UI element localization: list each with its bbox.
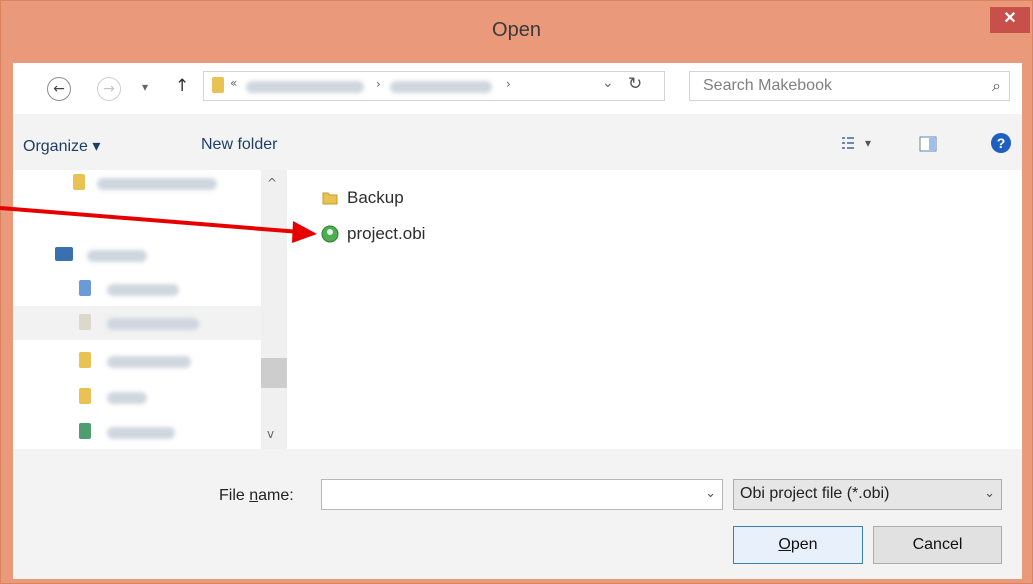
annotation-arrow	[0, 206, 317, 243]
